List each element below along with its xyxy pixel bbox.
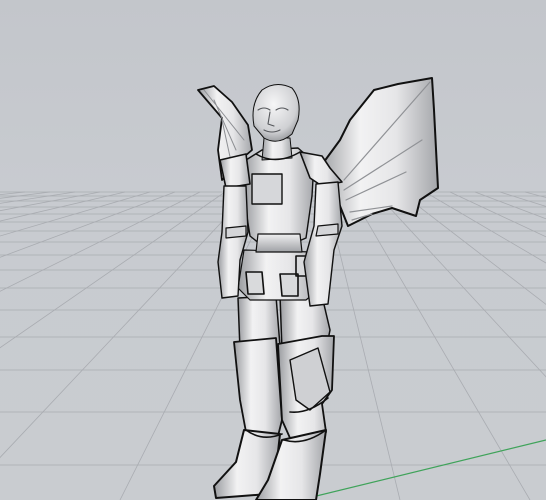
left-shin [233, 337, 283, 437]
chest-plate [251, 173, 283, 205]
viewport-canvas[interactable] [0, 0, 546, 500]
abdomen [255, 233, 303, 253]
left-shoulder [219, 153, 251, 189]
3d-viewport[interactable] [0, 0, 546, 500]
y-axis-line [299, 439, 546, 500]
head [252, 84, 300, 142]
winged-humanoid-model[interactable] [197, 77, 439, 500]
